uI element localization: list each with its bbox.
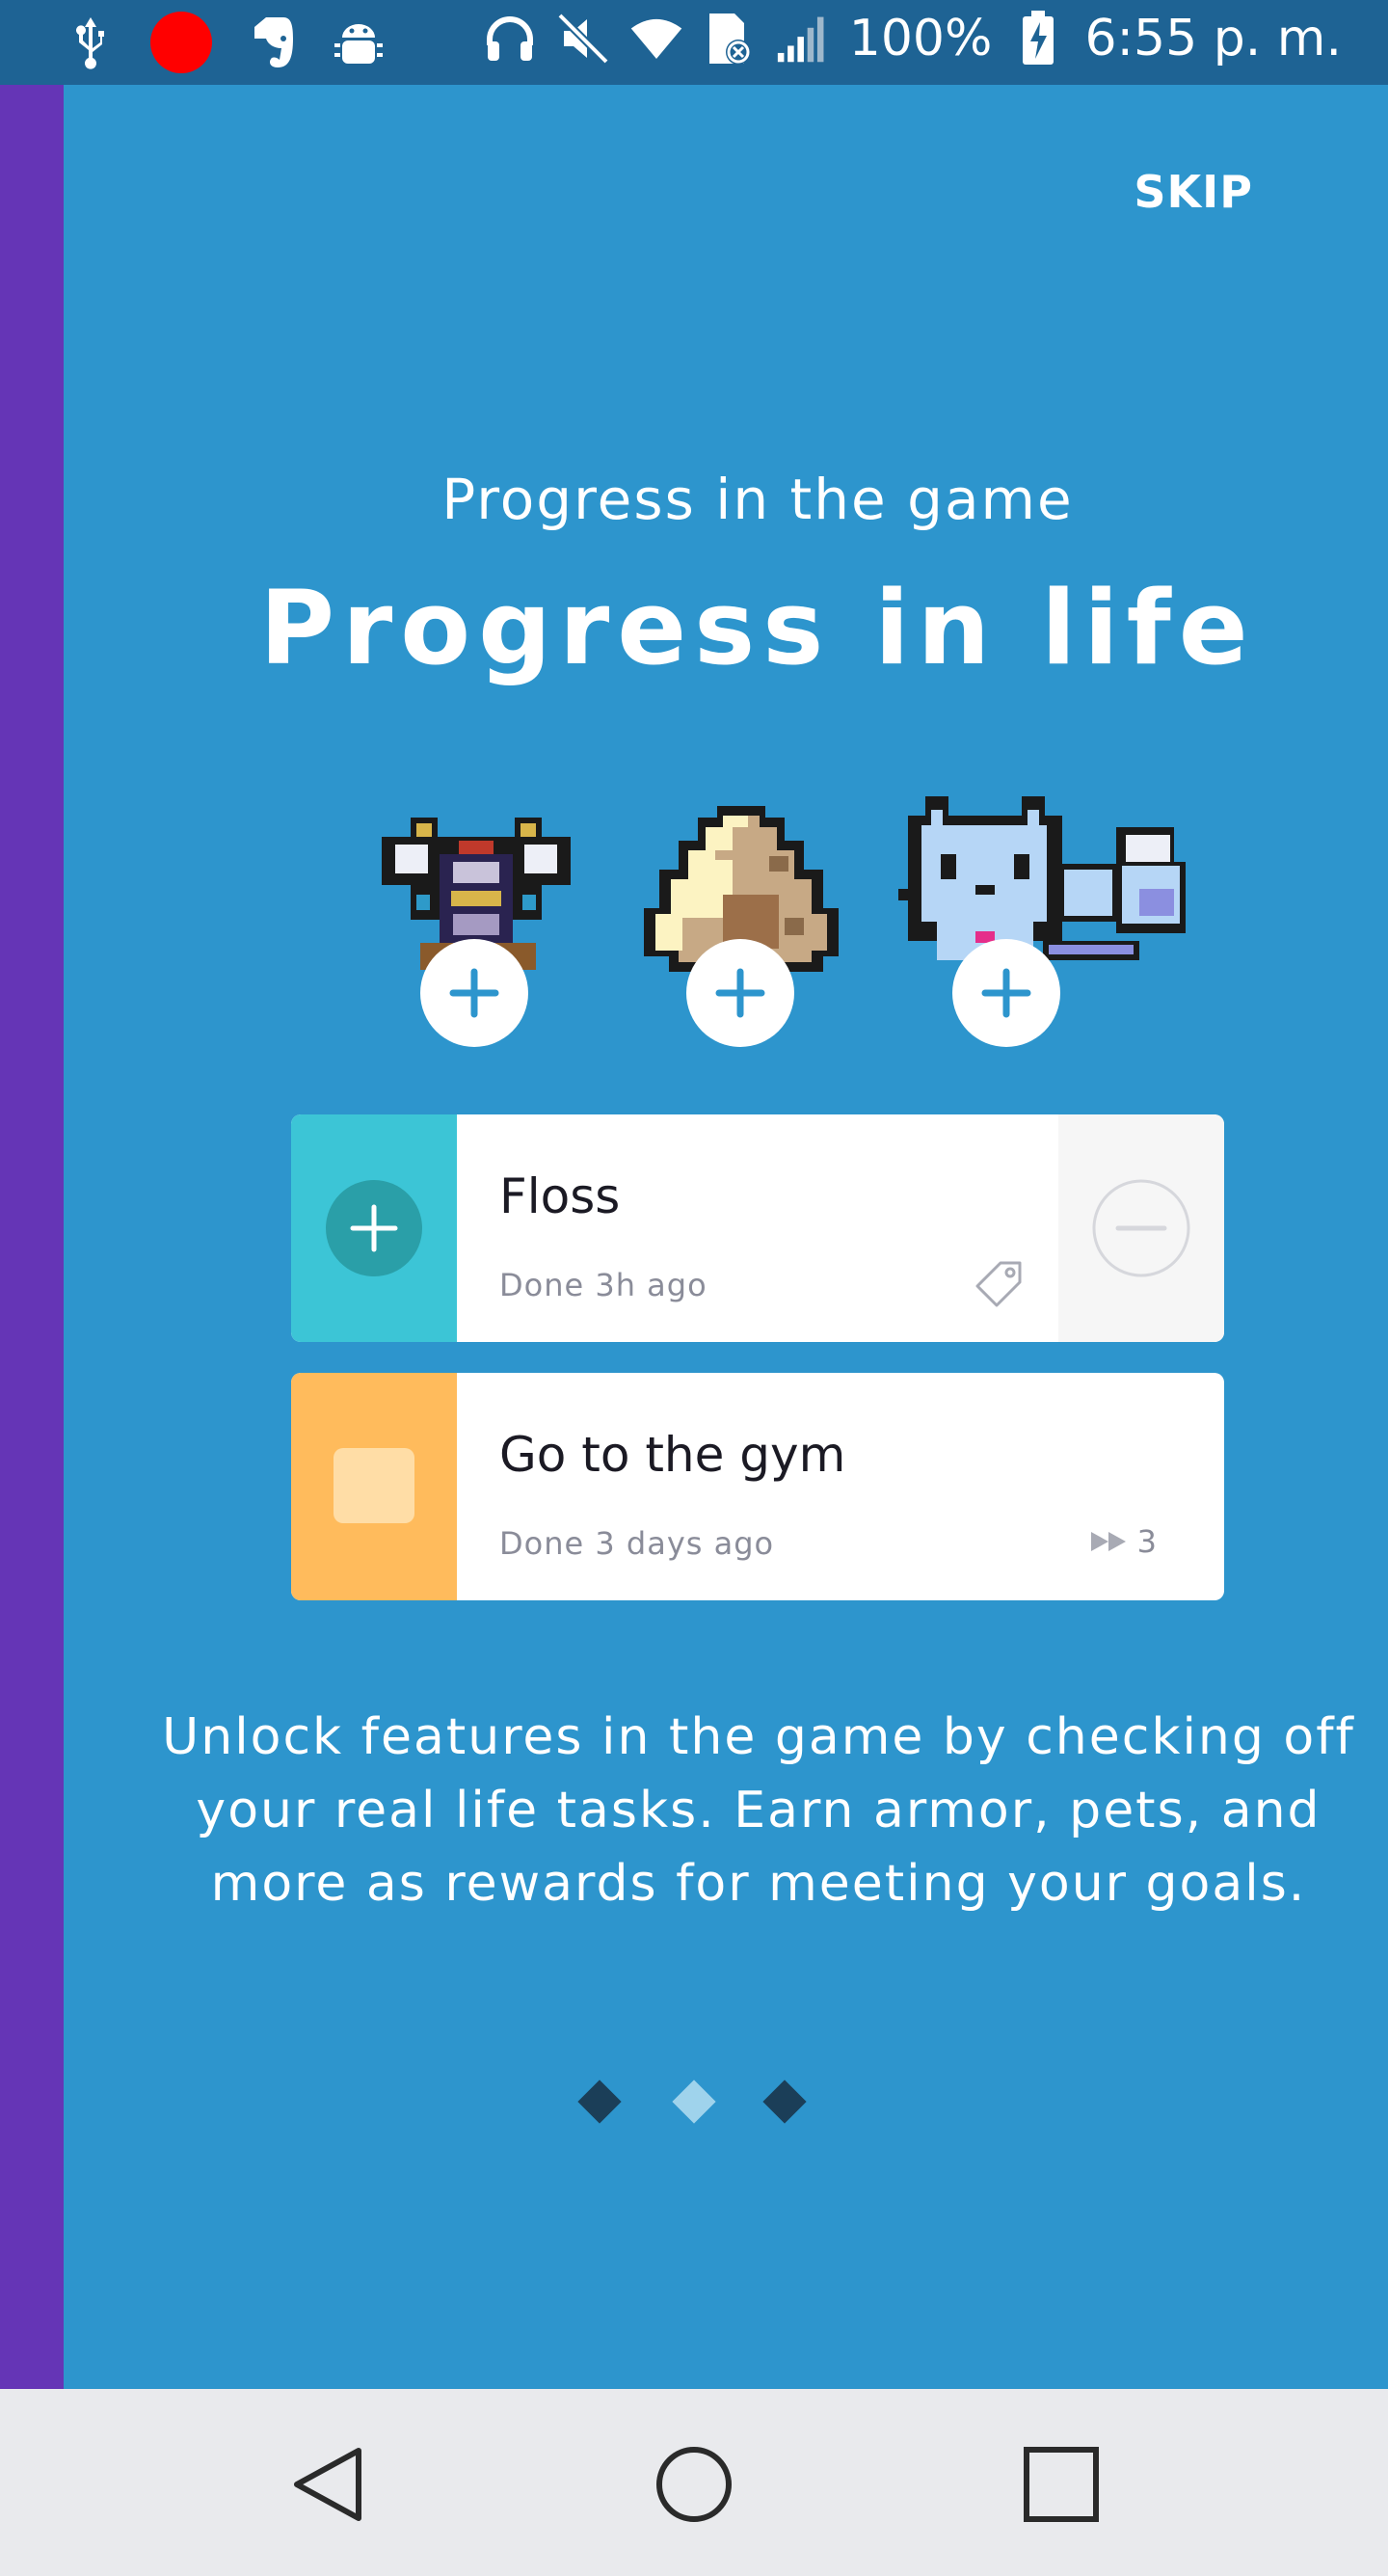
back-icon[interactable] — [276, 2431, 382, 2537]
fast-forward-icon — [1090, 1532, 1126, 1551]
habit-plus-area[interactable] — [291, 1114, 457, 1342]
home-icon[interactable] — [641, 2431, 747, 2537]
description: Unlock features in the game by checking … — [162, 1708, 1355, 1913]
daily-card[interactable]: Go to the gym Done 3 days ago 3 — [291, 1373, 1224, 1600]
page-dot-3[interactable] — [762, 2080, 807, 2124]
task-status: Done 3 days ago — [499, 1525, 775, 1562]
habit-card[interactable]: Floss Done 3h ago — [291, 1114, 1224, 1342]
clock: 6:55 p. m. — [1084, 10, 1342, 67]
tag-icon — [975, 1261, 1022, 1307]
page-title: Progress in life — [259, 569, 1256, 687]
record-icon — [150, 12, 212, 73]
page-dot-1[interactable] — [577, 2080, 622, 2124]
minus-circle-icon[interactable] — [1091, 1178, 1191, 1278]
streak-counter: 3 — [1089, 1523, 1157, 1560]
add-egg-button[interactable] — [686, 939, 794, 1047]
plus-icon — [715, 968, 765, 1018]
android-debug-icon — [332, 15, 386, 69]
skip-button[interactable]: SKIP — [1134, 166, 1253, 218]
status-bar: 100% 6:55 p. m. — [0, 0, 1388, 85]
recents-icon[interactable] — [1008, 2431, 1114, 2537]
evernote-icon — [245, 15, 299, 69]
add-armor-button[interactable] — [420, 939, 528, 1047]
habit-plus-icon[interactable] — [326, 1180, 422, 1276]
page-indicator — [0, 2080, 1388, 2124]
side-strip — [0, 0, 64, 2389]
habit-minus-area[interactable] — [1058, 1114, 1224, 1342]
task-title: Floss — [499, 1168, 621, 1224]
daily-check-area[interactable] — [291, 1373, 457, 1600]
plus-icon — [449, 968, 499, 1018]
battery-charging-icon — [1011, 11, 1065, 66]
battery-percent: 100% — [848, 10, 993, 67]
task-title: Go to the gym — [499, 1427, 846, 1483]
streak-count: 3 — [1136, 1523, 1157, 1560]
sim-error-icon — [703, 12, 757, 66]
headphones-icon — [483, 12, 537, 66]
add-pet-button[interactable] — [952, 939, 1060, 1047]
navigation-bar — [0, 2389, 1388, 2576]
plus-icon — [981, 968, 1031, 1018]
subtitle: Progress in the game — [441, 467, 1074, 532]
task-status: Done 3h ago — [499, 1267, 707, 1303]
mute-icon — [556, 12, 610, 66]
page-dot-2-active[interactable] — [672, 2080, 716, 2124]
checkbox[interactable] — [334, 1448, 414, 1523]
wifi-icon — [629, 12, 683, 66]
signal-icon — [776, 12, 830, 66]
usb-icon — [64, 15, 118, 69]
